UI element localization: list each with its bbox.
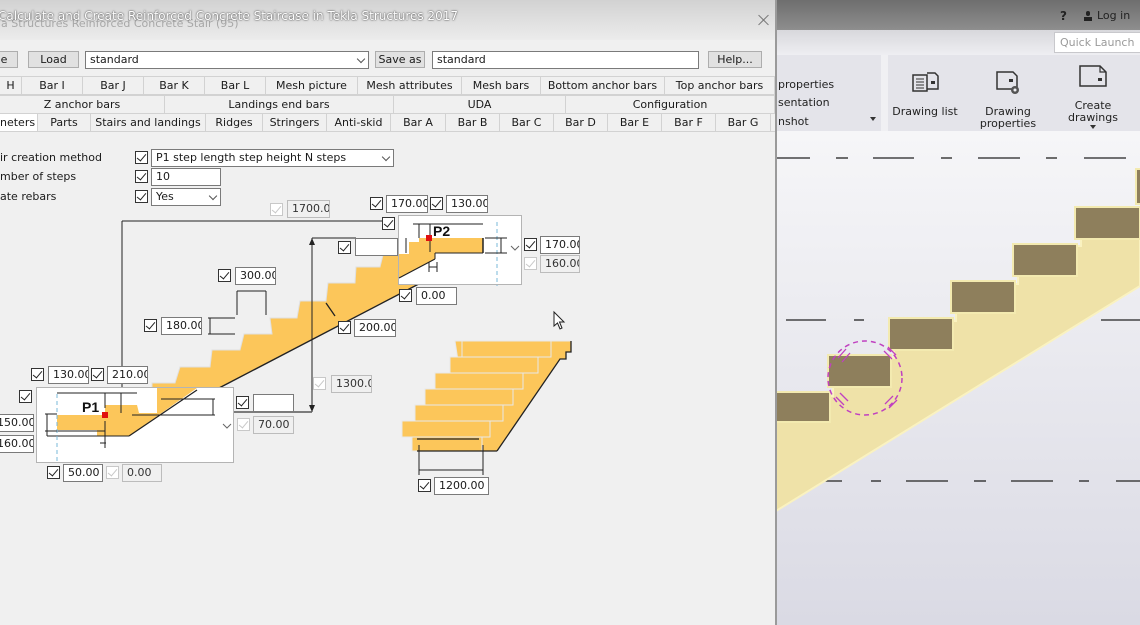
model-step	[1135, 168, 1140, 205]
p1-detail-box[interactable]: P1	[36, 387, 234, 464]
p1-detail-drawing: P1	[45, 388, 232, 464]
p1-point-marker	[102, 412, 108, 418]
step-height-checkbox[interactable]	[144, 319, 157, 332]
model-staircase-drawing	[776, 157, 1140, 513]
drawing-list-label: Drawing list	[892, 105, 958, 118]
stair-width-checkbox[interactable]	[418, 479, 431, 492]
ribbon-dropdown-arrow[interactable]	[870, 117, 876, 121]
p1-bottom-right-input[interactable]: 0.00	[122, 464, 162, 482]
ribbon: properties sentation nshot Drawing list	[776, 55, 1140, 135]
p1-right-input[interactable]	[253, 394, 294, 412]
total-length-input[interactable]: 1700.00	[287, 200, 330, 218]
create-drawings-button[interactable]: Create drawings	[1063, 61, 1123, 129]
p2-side-input[interactable]	[355, 238, 398, 256]
p2-side-checkbox[interactable]	[338, 241, 351, 254]
create-drawings-dropdown-arrow[interactable]	[1090, 125, 1096, 129]
p1-top-right-input[interactable]: 210.00	[107, 366, 148, 384]
p2-right-height2-checkbox[interactable]	[524, 257, 537, 270]
p2-right-height-input[interactable]: 170.00	[540, 236, 580, 254]
p2-label: P2	[433, 223, 450, 239]
total-height-input[interactable]: 1300.00	[331, 375, 372, 393]
total-length-checkbox[interactable]	[270, 203, 283, 216]
step-length-input[interactable]: 300.00	[235, 267, 276, 285]
stair-width-dim	[418, 445, 484, 475]
total-length-line-checkbox[interactable]	[382, 217, 395, 230]
drawing-properties-button[interactable]: Drawing properties	[978, 67, 1038, 135]
p1-top-right-checkbox[interactable]	[91, 368, 104, 381]
ribbon-item-presentation[interactable]: sentation	[778, 96, 830, 109]
p1-bottom-left-checkbox[interactable]	[47, 466, 60, 479]
p1-top-left-input[interactable]: 130.00	[48, 366, 89, 384]
drawing-list-icon	[912, 72, 939, 92]
model-step	[1012, 243, 1078, 277]
chevron-down-icon	[510, 245, 520, 251]
p1-left-checkbox[interactable]	[19, 390, 32, 403]
p1-left-height2-input[interactable]: 160.00	[0, 435, 34, 453]
p1-left-height-input[interactable]: 150.00	[0, 414, 34, 432]
model-step	[950, 280, 1016, 314]
p2-top-left-input[interactable]: 170.00	[386, 195, 428, 213]
step-height-input[interactable]: 180.00	[161, 317, 202, 335]
slab-thickness-input[interactable]: 200.00	[354, 319, 396, 337]
ribbon-item-properties[interactable]: properties	[778, 78, 834, 91]
p1-label: P1	[82, 399, 99, 415]
model-step	[888, 317, 954, 351]
stair-width-input[interactable]: 1200.00	[434, 477, 489, 495]
ribbon-item-snapshot[interactable]: nshot	[778, 115, 809, 128]
p1-right-offset-checkbox[interactable]	[237, 418, 250, 431]
p2-top-left-checkbox[interactable]	[370, 197, 383, 210]
ribbon-group-properties: properties sentation nshot	[776, 55, 881, 131]
p1-right-checkbox[interactable]	[236, 396, 249, 409]
drawing-properties-icon	[996, 71, 1019, 94]
quick-launch-input[interactable]: Quick Launch	[1054, 32, 1140, 53]
p2-detail-drawing: P2	[398, 222, 520, 286]
help-button[interactable]: ?	[1060, 9, 1067, 23]
model-step	[776, 391, 831, 423]
p2-right-height-checkbox[interactable]	[524, 238, 537, 251]
drawing-properties-label: Drawing properties	[979, 105, 1037, 130]
ribbon-group-drawings: Drawing list Drawing properties Create d…	[888, 55, 1140, 135]
login-button[interactable]: Log in	[1083, 9, 1130, 22]
p1-right-offset-input[interactable]: 70.00	[253, 416, 294, 434]
model-view-3d[interactable]	[776, 131, 1140, 625]
drawing-list-button[interactable]: Drawing list	[890, 67, 960, 118]
p2-bottom-checkbox[interactable]	[399, 289, 412, 302]
p1-bottom-left-input[interactable]: 50.00	[63, 464, 103, 482]
slab-thickness-checkbox[interactable]	[338, 321, 351, 334]
step-length-checkbox[interactable]	[218, 269, 231, 282]
p1-bottom-right-checkbox[interactable]	[106, 466, 119, 479]
p2-bottom-input[interactable]: 0.00	[416, 287, 457, 305]
model-step	[827, 354, 892, 388]
p2-point-marker	[426, 235, 432, 241]
login-label: Log in	[1097, 9, 1131, 22]
chevron-down-icon	[222, 423, 232, 429]
user-icon	[1083, 10, 1093, 21]
p2-top-right-input[interactable]: 130.00	[446, 195, 488, 213]
mouse-cursor-icon	[553, 310, 566, 330]
total-height-checkbox[interactable]	[313, 377, 326, 390]
create-drawings-icon	[1079, 65, 1107, 87]
p2-right-height2-input[interactable]: 160.00	[540, 255, 580, 273]
staircase-dialog: la Structures Reinforced Concrete Stair …	[0, 0, 777, 625]
stair-section-diagram	[55, 220, 483, 451]
p1-top-left-checkbox[interactable]	[31, 368, 44, 381]
create-drawings-label: Create drawings	[1068, 99, 1118, 124]
p2-top-right-checkbox[interactable]	[430, 197, 443, 210]
p2-detail-box[interactable]: P2	[398, 215, 522, 286]
model-step	[1074, 206, 1140, 240]
